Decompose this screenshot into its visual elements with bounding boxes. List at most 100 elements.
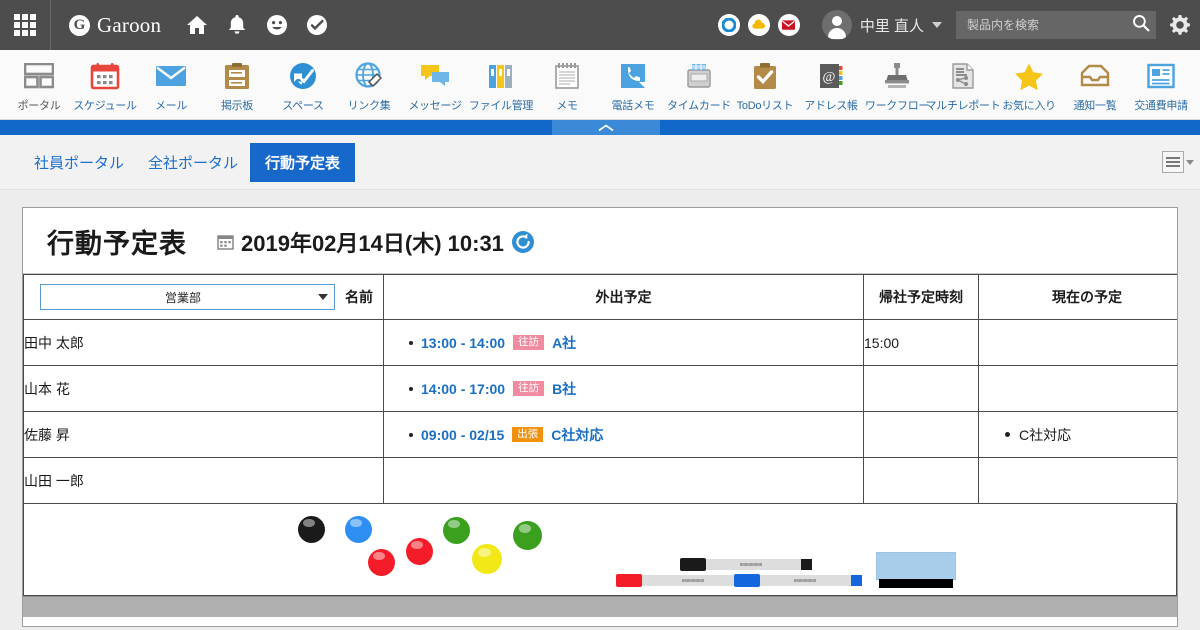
address-book-icon: @ (817, 57, 845, 95)
app-message[interactable]: メッセージ (402, 57, 468, 113)
table-row[interactable]: 佐藤 昇 09:00 - 02/15 出張 C社対応 C社対応 (23, 411, 1177, 458)
whiteboard-eraser (876, 552, 956, 580)
table-header-row: 営業部 名前 外出予定 帰社予定時刻 現在の予定 (23, 274, 1177, 320)
bullet-icon (409, 386, 413, 391)
bullet-icon (409, 432, 413, 437)
calendar-small-icon (217, 233, 234, 250)
plan-item[interactable]: 14:00 - 17:00 往訪 B社 (384, 379, 863, 399)
memo-icon (554, 57, 580, 95)
app-memo[interactable]: メモ (534, 57, 600, 113)
eraser-felt (879, 579, 953, 588)
timecard-icon (685, 57, 713, 95)
transport-icon (1147, 57, 1175, 95)
cloud-circle-icon[interactable] (747, 14, 770, 36)
portal-tab-activity-schedule[interactable]: 行動予定表 (250, 142, 356, 182)
cell-name: 山田 一郎 (23, 457, 384, 504)
portal-tabstrip: 社員ポータル 全社ポータル 行動予定表 (0, 135, 1200, 190)
app-label: アドレス帳 (804, 100, 858, 112)
activity-schedule-panel: 行動予定表 2019年02月14日(木) 10:31 営業部 名前 外出予定 帰… (22, 207, 1178, 627)
plan-item[interactable]: 13:00 - 14:00 往訪 A社 (384, 333, 863, 353)
plan-description: A社 (552, 334, 577, 351)
app-label: リンク集 (347, 100, 391, 112)
nav-blue-bar (0, 120, 1200, 135)
marker-cap (616, 574, 642, 587)
table-row[interactable]: 山本 花 14:00 - 17:00 往訪 B社 (23, 365, 1177, 412)
home-icon[interactable] (179, 7, 215, 43)
svg-text:@: @ (823, 70, 836, 85)
app-transport-expense[interactable]: 交通費申請 (1128, 57, 1194, 113)
cell-plan (383, 457, 864, 504)
magnet-red-2 (406, 538, 433, 565)
calendar-icon (90, 57, 120, 95)
list-menu-icon[interactable] (1162, 151, 1184, 173)
search-input[interactable] (965, 17, 1132, 33)
app-workflow[interactable]: ワークフロー (864, 57, 930, 113)
portal-tab-employee[interactable]: 社員ポータル (22, 144, 136, 181)
marker-grip (682, 579, 704, 582)
app-label: 交通費申請 (1134, 100, 1188, 112)
app-mail[interactable]: メール (138, 57, 204, 113)
bulletin-icon (224, 57, 250, 95)
app-toolbar: ポータル スケジュール メール 掲示板 スペース リンク集 メッセージ ファイル… (0, 50, 1200, 120)
refresh-icon[interactable] (511, 230, 535, 254)
app-bulletin[interactable]: 掲示板 (204, 57, 270, 113)
table-row[interactable]: 田中 太郎 13:00 - 14:00 往訪 A社 15:00 (23, 319, 1177, 366)
current-plan-item: C社対応 (979, 425, 1177, 445)
marker-tip (851, 575, 862, 586)
plan-description: C社対応 (551, 426, 604, 443)
app-multireport[interactable]: マルチレポート (926, 57, 1001, 113)
user-name: 中里 直人 (859, 17, 924, 35)
app-label: メモ (556, 100, 578, 112)
cell-current (978, 319, 1177, 366)
app-grid-icon[interactable] (0, 0, 50, 50)
brand-logo[interactable]: G Garoon (51, 13, 167, 38)
app-file-manage[interactable]: ファイル管理 (468, 57, 534, 113)
app-address-book[interactable]: @ アドレス帳 (798, 57, 864, 113)
smiley-icon[interactable] (259, 7, 295, 43)
header-right-icons (717, 14, 800, 36)
kintone-circle-icon[interactable] (717, 14, 740, 36)
cell-name: 佐藤 昇 (23, 411, 384, 458)
cell-name: 山本 花 (23, 365, 384, 412)
gear-icon[interactable] (1160, 0, 1200, 50)
department-select[interactable]: 営業部 (40, 284, 335, 310)
status-badge: 往訪 (513, 334, 545, 351)
speech-check-icon[interactable] (299, 7, 335, 43)
cell-return-time (863, 365, 979, 412)
bell-icon[interactable] (219, 7, 255, 43)
cell-current (978, 457, 1177, 504)
message-icon (419, 57, 451, 95)
chevron-up-icon (598, 123, 614, 132)
app-todo[interactable]: ToDoリスト (732, 57, 798, 113)
horizontal-scrollbar[interactable] (23, 596, 1177, 617)
mail-circle-icon[interactable] (777, 14, 800, 36)
portal-icon (24, 57, 54, 95)
app-notifications[interactable]: 通知一覧 (1062, 57, 1128, 113)
chevron-down-icon (318, 294, 328, 300)
user-menu[interactable]: 中里 直人 (821, 10, 942, 40)
chevron-down-icon[interactable] (1186, 159, 1194, 165)
cell-plan: 13:00 - 14:00 往訪 A社 (383, 319, 864, 366)
plan-description: B社 (552, 380, 577, 397)
product-search[interactable] (956, 11, 1156, 39)
black-marker (680, 558, 812, 571)
app-links[interactable]: リンク集 (336, 57, 402, 113)
app-favorites[interactable]: お気に入り (996, 57, 1062, 113)
app-space[interactable]: スペース (270, 57, 336, 113)
brand-mark-icon: G (69, 14, 90, 36)
app-phone-memo[interactable]: 電話メモ (600, 57, 666, 113)
app-portal[interactable]: ポータル (6, 57, 72, 113)
search-icon[interactable] (1132, 14, 1150, 37)
toolbar-collapse-button[interactable] (552, 120, 660, 135)
portal-tab-company[interactable]: 全社ポータル (136, 144, 250, 181)
app-label: スペース (282, 100, 324, 112)
plan-item[interactable]: 09:00 - 02/15 出張 C社対応 (384, 425, 863, 445)
app-label: 掲示板 (220, 100, 254, 112)
table-row[interactable]: 山田 一郎 (23, 457, 1177, 504)
marker-cap (734, 574, 760, 587)
chevron-down-icon (932, 22, 942, 28)
cell-return-time (863, 457, 979, 504)
status-badge: 往訪 (513, 380, 545, 397)
app-schedule[interactable]: スケジュール (72, 57, 138, 113)
app-timecard[interactable]: タイムカード (666, 57, 732, 113)
